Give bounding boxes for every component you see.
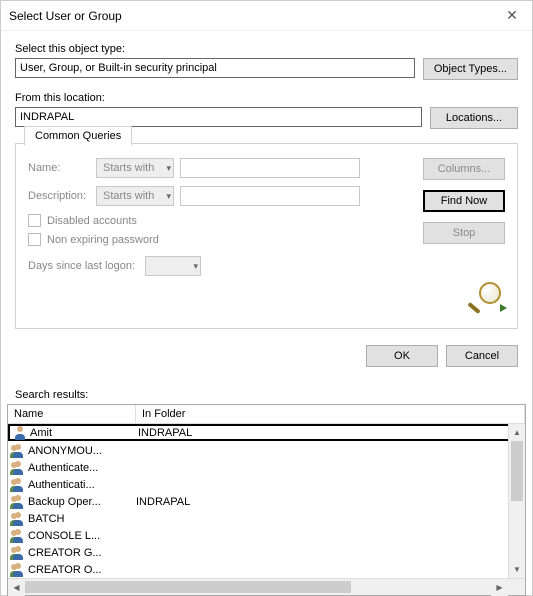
scroll-corner — [508, 579, 525, 595]
chevron-down-icon: ▾ — [166, 191, 171, 202]
dialog-content: Select this object type: User, Group, or… — [1, 31, 532, 385]
location-label: From this location: — [15, 92, 518, 104]
column-folder[interactable]: In Folder — [136, 405, 525, 423]
row-name: Authenticati... — [28, 479, 136, 491]
description-input[interactable] — [180, 186, 360, 206]
row-name: ANONYMOU... — [28, 445, 136, 457]
group-icon — [10, 529, 26, 543]
column-name[interactable]: Name — [8, 405, 136, 423]
table-row[interactable]: CONSOLE L... — [8, 527, 525, 544]
group-icon — [10, 563, 26, 577]
search-results-label: Search results: — [15, 389, 532, 401]
chevron-down-icon: ▾ — [166, 163, 171, 174]
table-row[interactable]: CREATOR G... — [8, 544, 525, 561]
table-row[interactable]: AmitINDRAPAL — [8, 424, 525, 441]
scroll-thumb[interactable] — [511, 441, 523, 501]
row-name: CREATOR G... — [28, 547, 136, 559]
disabled-accounts-checkbox[interactable] — [28, 214, 41, 227]
row-folder: INDRAPAL — [138, 427, 523, 439]
close-button[interactable]: ✕ — [500, 4, 524, 28]
window-title: Select User or Group — [9, 9, 500, 23]
table-row[interactable]: Backup Oper...INDRAPAL — [8, 493, 525, 510]
row-name: BATCH — [28, 513, 136, 525]
table-row[interactable]: CREATOR O... — [8, 561, 525, 578]
name-mode-combo[interactable]: Starts with ▾ — [96, 158, 174, 178]
locations-button[interactable]: Locations... — [430, 107, 518, 129]
vertical-scrollbar[interactable]: ▲ ▼ — [508, 424, 525, 578]
row-name: CONSOLE L... — [28, 530, 136, 542]
row-name: Amit — [30, 427, 138, 439]
table-row[interactable]: Authenticati... — [8, 476, 525, 493]
group-icon — [10, 444, 26, 458]
name-mode-value: Starts with — [103, 162, 154, 174]
name-input[interactable] — [180, 158, 360, 178]
results-header: Name In Folder — [8, 405, 525, 424]
horizontal-scrollbar[interactable]: ◀ ▶ — [8, 578, 525, 595]
object-type-label: Select this object type: — [15, 43, 518, 55]
group-icon — [10, 546, 26, 560]
find-now-button[interactable]: Find Now — [423, 190, 505, 212]
results-body: AmitINDRAPALANONYMOU...Authenticate...Au… — [8, 424, 525, 578]
group-icon — [10, 461, 26, 475]
cancel-button[interactable]: Cancel — [446, 345, 518, 367]
queries-frame: Common Queries Name: Starts with ▾ Descr… — [15, 143, 518, 329]
description-mode-combo[interactable]: Starts with ▾ — [96, 186, 174, 206]
location-input[interactable]: INDRAPAL — [15, 107, 422, 127]
queries-side-buttons: Columns... Find Now Stop — [415, 158, 505, 314]
scroll-right-icon[interactable]: ▶ — [491, 579, 508, 596]
group-icon — [10, 495, 26, 509]
name-label: Name: — [28, 162, 96, 174]
row-name: Authenticate... — [28, 462, 136, 474]
row-name: CREATOR O... — [28, 564, 136, 576]
non-expiring-label: Non expiring password — [47, 234, 159, 246]
common-queries-tab[interactable]: Common Queries — [24, 126, 132, 146]
description-label: Description: — [28, 190, 96, 202]
row-folder: INDRAPAL — [136, 496, 525, 508]
table-row[interactable]: ANONYMOU... — [8, 442, 525, 459]
last-logon-label: Days since last logon: — [28, 260, 135, 272]
group-icon — [10, 512, 26, 526]
title-bar: Select User or Group ✕ — [1, 1, 532, 31]
scroll-left-icon[interactable]: ◀ — [8, 579, 25, 596]
table-row[interactable]: Authenticate... — [8, 459, 525, 476]
columns-button[interactable]: Columns... — [423, 158, 505, 180]
description-mode-value: Starts with — [103, 190, 154, 202]
table-row[interactable]: BATCH — [8, 510, 525, 527]
last-logon-combo[interactable]: ▾ — [145, 256, 201, 276]
non-expiring-checkbox[interactable] — [28, 233, 41, 246]
scroll-thumb[interactable] — [25, 581, 351, 593]
row-name: Backup Oper... — [28, 496, 136, 508]
group-icon — [10, 478, 26, 492]
object-type-input[interactable]: User, Group, or Built-in security princi… — [15, 58, 415, 78]
object-types-button[interactable]: Object Types... — [423, 58, 518, 80]
disabled-accounts-label: Disabled accounts — [47, 215, 137, 227]
scroll-up-icon[interactable]: ▲ — [509, 424, 525, 441]
search-icon — [463, 282, 505, 314]
user-icon — [12, 426, 28, 440]
dialog-buttons: OK Cancel — [15, 345, 518, 367]
queries-fields: Name: Starts with ▾ Description: Starts … — [28, 158, 415, 314]
search-results: Name In Folder AmitINDRAPALANONYMOU...Au… — [7, 404, 526, 596]
chevron-down-icon: ▾ — [193, 261, 198, 272]
scroll-down-icon[interactable]: ▼ — [509, 561, 525, 578]
ok-button[interactable]: OK — [366, 345, 438, 367]
stop-button[interactable]: Stop — [423, 222, 505, 244]
